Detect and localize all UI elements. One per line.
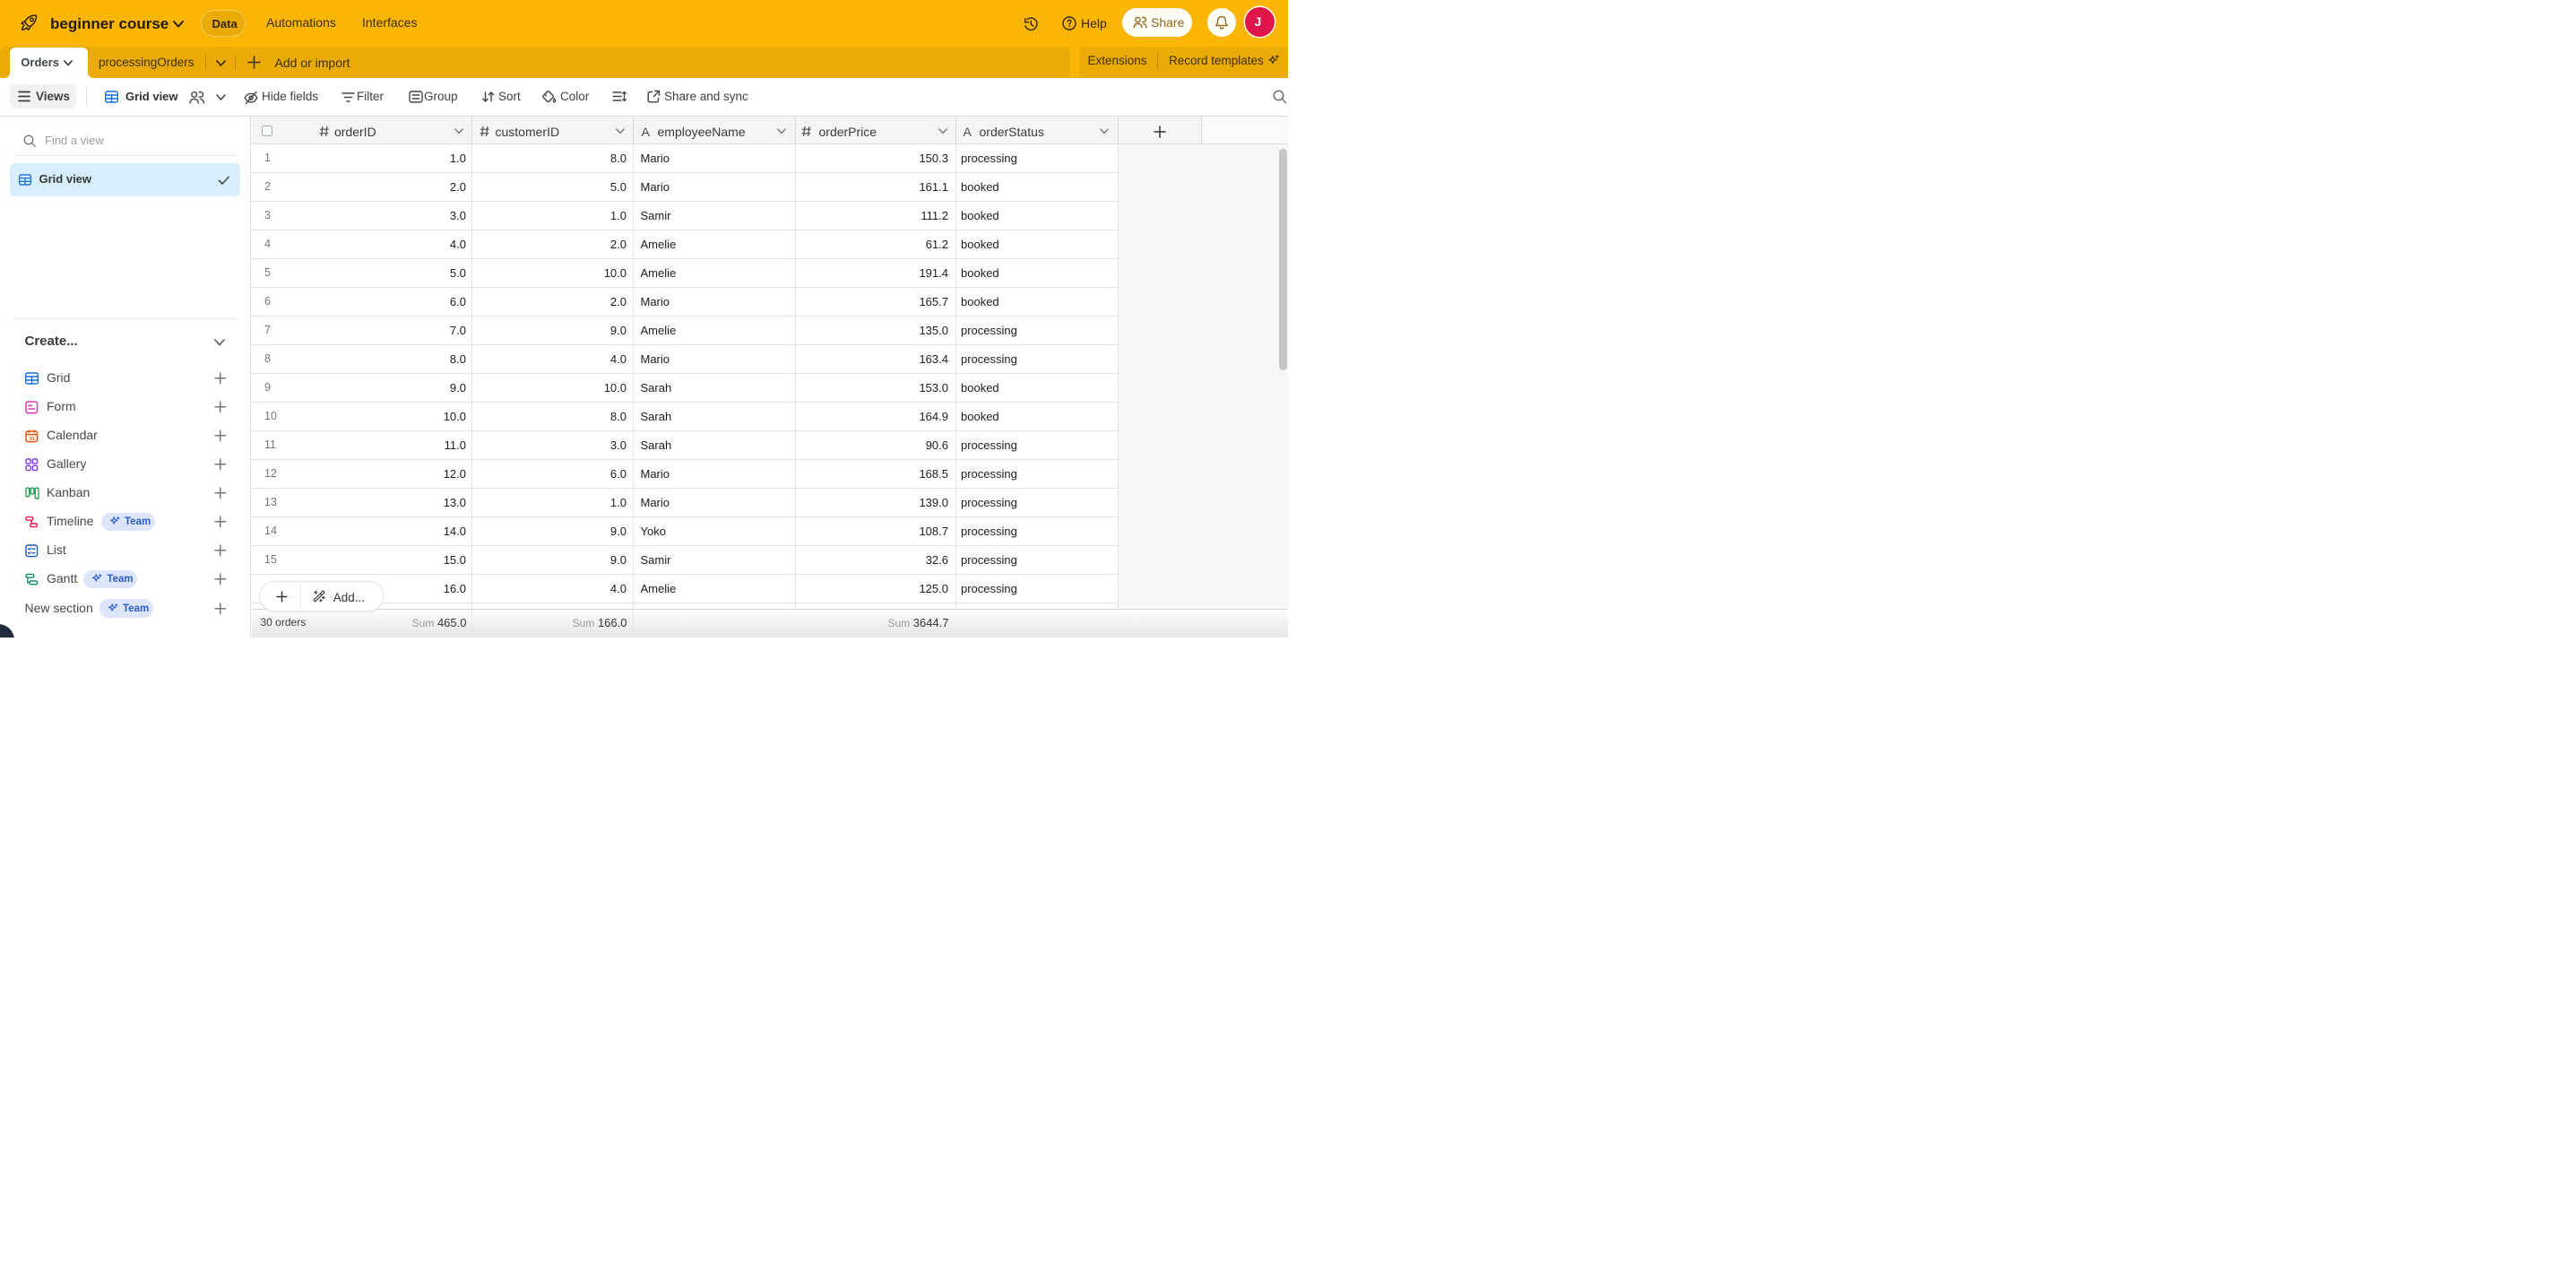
svg-text:31: 31 bbox=[30, 436, 36, 441]
